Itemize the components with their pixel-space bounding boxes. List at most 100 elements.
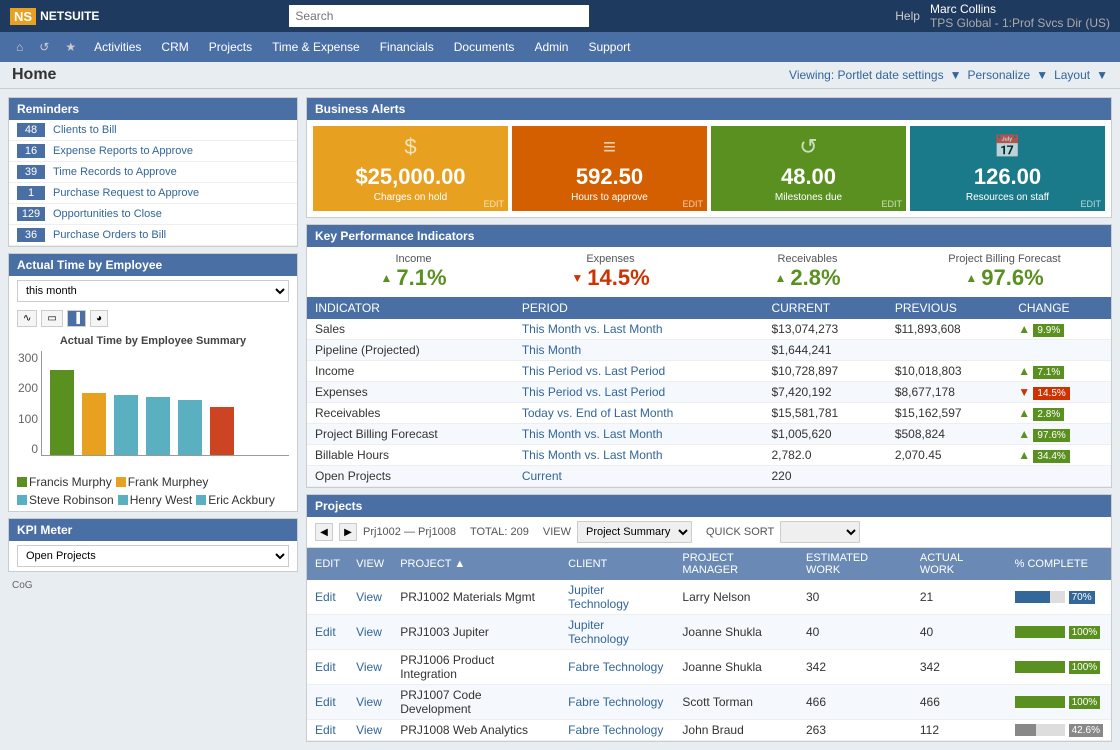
- projects-sort-select[interactable]: [780, 521, 860, 543]
- reminder-count: 36: [17, 228, 45, 242]
- project-name: PRJ1002 Materials Mgmt: [392, 580, 560, 615]
- edit-link[interactable]: Edit: [307, 720, 348, 741]
- reminder-link[interactable]: Clients to Bill: [53, 124, 117, 136]
- viewing-label[interactable]: Viewing: Portlet date settings: [789, 68, 944, 82]
- nav-activities[interactable]: Activities: [86, 35, 149, 59]
- projects-view-select[interactable]: Project Summary: [577, 521, 692, 543]
- projects-next-btn[interactable]: ▶: [339, 523, 357, 541]
- kpi-summary-value: ▲2.8%: [711, 265, 904, 291]
- chart-pie-btn[interactable]: ◕: [90, 310, 108, 327]
- alert-edit-link[interactable]: EDIT: [682, 199, 703, 209]
- view-link[interactable]: View: [348, 580, 392, 615]
- client-name[interactable]: Fabre Technology: [560, 720, 674, 741]
- view-link[interactable]: View: [348, 720, 392, 741]
- nav-home-icon[interactable]: ⌂: [10, 35, 29, 59]
- client-name[interactable]: Fabre Technology: [560, 650, 674, 685]
- view-link[interactable]: View: [348, 685, 392, 720]
- legend-item: Francis Murphy: [17, 475, 112, 489]
- search-input[interactable]: [289, 5, 589, 27]
- actual-work: 342: [912, 650, 1007, 685]
- period-cell[interactable]: This Month vs. Last Month: [514, 445, 764, 466]
- reminder-item: 36 Purchase Orders to Bill: [9, 225, 297, 246]
- actual-time-dropdown[interactable]: this month: [17, 280, 289, 302]
- project-name: PRJ1007 Code Development: [392, 685, 560, 720]
- actual-time-dropdown-wrap[interactable]: this month: [9, 276, 297, 306]
- chart-line-btn[interactable]: ∿: [17, 310, 37, 327]
- edit-link[interactable]: Edit: [307, 615, 348, 650]
- period-cell[interactable]: This Period vs. Last Period: [514, 361, 764, 382]
- edit-link[interactable]: Edit: [307, 580, 348, 615]
- period-cell[interactable]: This Period vs. Last Period: [514, 382, 764, 403]
- nav-financials[interactable]: Financials: [372, 35, 442, 59]
- nav-support[interactable]: Support: [580, 35, 638, 59]
- period-cell[interactable]: Today vs. End of Last Month: [514, 403, 764, 424]
- reminder-link[interactable]: Expense Reports to Approve: [53, 145, 193, 157]
- nav-crm[interactable]: CRM: [153, 35, 196, 59]
- kpi-summary-item: Receivables ▲2.8%: [711, 253, 904, 291]
- kpi-summary-label: Expenses: [514, 253, 707, 265]
- reminder-link[interactable]: Time Records to Approve: [53, 166, 177, 178]
- chart-bar-btn[interactable]: ▐: [67, 310, 86, 327]
- nav-projects[interactable]: Projects: [201, 35, 260, 59]
- kpi-summary-label: Income: [317, 253, 510, 265]
- view-label: VIEW: [543, 526, 571, 538]
- period-cell[interactable]: This Month vs. Last Month: [514, 424, 764, 445]
- reminder-count: 48: [17, 123, 45, 137]
- legend-dot: [196, 495, 206, 505]
- reminder-link[interactable]: Purchase Orders to Bill: [53, 229, 166, 241]
- nav-admin[interactable]: Admin: [526, 35, 576, 59]
- previous-cell: $10,018,803: [887, 361, 1010, 382]
- nav-back-icon[interactable]: ↺: [33, 35, 55, 59]
- page-title: Home: [12, 66, 56, 84]
- alert-icon: ≡: [603, 134, 616, 160]
- kpi-summary-value: ▲97.6%: [908, 265, 1101, 291]
- view-link[interactable]: View: [348, 650, 392, 685]
- chart-legend: Francis MurphyFrank MurpheySteve Robinso…: [9, 471, 297, 511]
- chart-area-btn[interactable]: ▭: [41, 310, 62, 327]
- period-cell[interactable]: This Month vs. Last Month: [514, 319, 764, 340]
- actual-work: 466: [912, 685, 1007, 720]
- legend-label: Eric Ackbury: [208, 493, 275, 507]
- edit-link[interactable]: Edit: [307, 685, 348, 720]
- user-info: Marc Collins TPS Global - 1:Prof Svcs Di…: [930, 2, 1110, 30]
- alert-edit-link[interactable]: EDIT: [881, 199, 902, 209]
- reminder-link[interactable]: Purchase Request to Approve: [53, 187, 199, 199]
- quick-sort-label: QUICK SORT: [706, 526, 774, 538]
- reminder-link[interactable]: Opportunities to Close: [53, 208, 162, 220]
- personalize-button[interactable]: Personalize: [967, 68, 1030, 82]
- logo-ns: NS: [10, 8, 36, 25]
- change-badge: 2.8%: [1033, 408, 1064, 421]
- alert-edit-link[interactable]: EDIT: [483, 199, 504, 209]
- help-link[interactable]: Help: [895, 9, 920, 23]
- client-name[interactable]: Fabre Technology: [560, 685, 674, 720]
- nav-documents[interactable]: Documents: [446, 35, 523, 59]
- legend-item: Henry West: [118, 493, 192, 507]
- nav-time-expense[interactable]: Time & Expense: [264, 35, 368, 59]
- client-name[interactable]: Jupiter Technology: [560, 580, 674, 615]
- legend-item: Steve Robinson: [17, 493, 114, 507]
- kpi-meter-dropdown-wrap[interactable]: Open Projects: [9, 541, 297, 571]
- y-axis: 300 200 100 0: [17, 351, 41, 456]
- search-bar[interactable]: [289, 5, 589, 27]
- previous-cell: $508,824: [887, 424, 1010, 445]
- indicator-cell: Project Billing Forecast: [307, 424, 514, 445]
- client-name[interactable]: Jupiter Technology: [560, 615, 674, 650]
- nav-star-icon[interactable]: ★: [59, 35, 82, 59]
- view-link[interactable]: View: [348, 615, 392, 650]
- current-cell: $1,005,620: [763, 424, 886, 445]
- projects-prev-btn[interactable]: ◀: [315, 523, 333, 541]
- current-cell: $13,074,273: [763, 319, 886, 340]
- kpi-meter-dropdown[interactable]: Open Projects: [17, 545, 289, 567]
- change-arrow: ▲: [1018, 448, 1030, 462]
- period-cell[interactable]: This Month: [514, 340, 764, 361]
- legend-dot: [118, 495, 128, 505]
- kpi-col-header: PREVIOUS: [887, 297, 1010, 319]
- current-cell: 2,782.0: [763, 445, 886, 466]
- layout-button[interactable]: Layout: [1054, 68, 1090, 82]
- edit-link[interactable]: Edit: [307, 650, 348, 685]
- alert-label: Charges on hold: [374, 192, 447, 203]
- alert-edit-link[interactable]: EDIT: [1080, 199, 1101, 209]
- indicator-cell: Billable Hours: [307, 445, 514, 466]
- period-cell[interactable]: Current: [514, 466, 764, 487]
- kpi-table: INDICATORPERIODCURRENTPREVIOUSCHANGE Sal…: [307, 297, 1111, 487]
